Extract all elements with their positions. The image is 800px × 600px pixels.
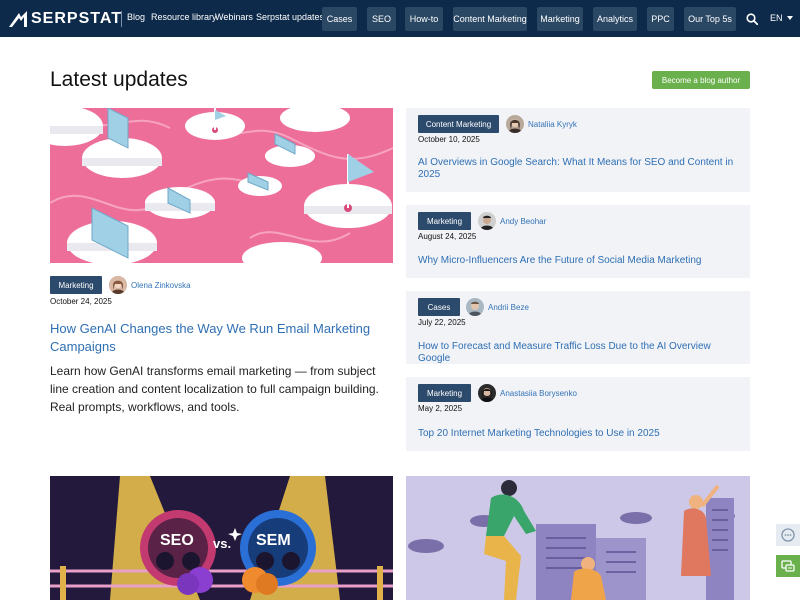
article-card-author[interactable]: Anastasiia Borysenko [500, 389, 577, 398]
language-selector[interactable]: EN [770, 13, 793, 23]
article-card-tag[interactable]: Marketing [418, 384, 471, 402]
nav-button-analytics[interactable]: Analytics [593, 7, 637, 31]
nav-link-resource-library[interactable]: Resource library [151, 12, 217, 22]
article-card-title[interactable]: AI Overviews in Google Search: What It M… [418, 157, 738, 181]
chevron-down-icon [786, 16, 793, 20]
article-card[interactable]: Cases Andrii Beze July 22, 2025 How to F… [406, 291, 750, 364]
article-card-author[interactable]: Andy Beohar [500, 217, 546, 226]
nav-button-how-to[interactable]: How-to [405, 7, 443, 31]
article-card-author[interactable]: Nataliia Kyryk [528, 120, 577, 129]
article-image-illustration[interactable] [406, 476, 750, 600]
search-icon[interactable] [746, 13, 758, 25]
language-label: EN [770, 13, 783, 23]
featured-article-author[interactable]: Olena Zinkovska [131, 281, 191, 290]
chat-bubble-icon [781, 528, 795, 542]
become-blog-author-button[interactable]: Become a blog author [652, 71, 750, 89]
seo-label: SEO [160, 532, 194, 549]
article-card-title[interactable]: Why Micro-Influencers Are the Future of … [418, 255, 738, 267]
sem-label: SEM [256, 532, 291, 549]
nav-link-blog[interactable]: Blog [127, 12, 145, 22]
avatar [109, 276, 127, 294]
article-card[interactable]: Marketing Andy Beohar August 24, 2025 Wh… [406, 205, 750, 278]
vs-label: vs. [213, 536, 232, 551]
article-card-title[interactable]: Top 20 Internet Marketing Technologies t… [418, 428, 738, 440]
nav-button-cases[interactable]: Cases [322, 7, 357, 31]
featured-article-tag[interactable]: Marketing [50, 276, 102, 294]
article-card-title[interactable]: How to Forecast and Measure Traffic Loss… [418, 341, 738, 365]
article-card-tag[interactable]: Content Marketing [418, 115, 499, 133]
article-card-author[interactable]: Andrii Beze [488, 303, 529, 312]
article-card-date: August 24, 2025 [418, 232, 477, 241]
article-card-tag[interactable]: Cases [418, 298, 460, 316]
nav-button-our-top-5s[interactable]: Our Top 5s [684, 7, 736, 31]
support-chat-icon [781, 560, 795, 572]
serpstat-logo[interactable]: SERPSTAT [9, 10, 122, 28]
avatar [478, 212, 496, 230]
article-image-seo-vs-sem[interactable]: SEO vs. SEM [50, 476, 393, 600]
article-card-date: October 10, 2025 [418, 135, 480, 144]
nav-link-webinars[interactable]: Webinars [215, 12, 253, 22]
page-title: Latest updates [50, 68, 188, 91]
article-card-tag[interactable]: Marketing [418, 212, 471, 230]
nav-button-marketing[interactable]: Marketing [537, 7, 583, 31]
nav-button-content-marketing[interactable]: Content Marketing [453, 7, 527, 31]
chat-widget-button[interactable] [776, 524, 800, 546]
logo-divider [121, 11, 122, 27]
nav-button-ppc[interactable]: PPC [647, 7, 674, 31]
featured-article-excerpt: Learn how GenAI transforms email marketi… [50, 364, 379, 414]
serpstat-logo-icon [9, 11, 27, 27]
article-card[interactable]: Content Marketing Nataliia Kyryk October… [406, 108, 750, 192]
featured-article-image[interactable] [50, 108, 393, 263]
featured-article-date: October 24, 2025 [50, 297, 112, 306]
nav-link-serpstat-updates[interactable]: Serpstat updates [256, 12, 324, 22]
article-card-date: July 22, 2025 [418, 318, 466, 327]
featured-article-title[interactable]: How GenAI Changes the Way We Run Email M… [50, 320, 380, 356]
avatar [478, 384, 496, 402]
article-card-date: May 2, 2025 [418, 404, 463, 413]
article-card[interactable]: Marketing Anastasiia Borysenko May 2, 20… [406, 377, 750, 451]
support-widget-button[interactable] [776, 555, 800, 577]
nav-button-seo[interactable]: SEO [367, 7, 396, 31]
logo-text: SERPSTAT [31, 10, 122, 27]
top-navigation-bar: SERPSTAT Blog Resource library Webinars … [0, 0, 800, 37]
avatar [506, 115, 524, 133]
avatar [466, 298, 484, 316]
